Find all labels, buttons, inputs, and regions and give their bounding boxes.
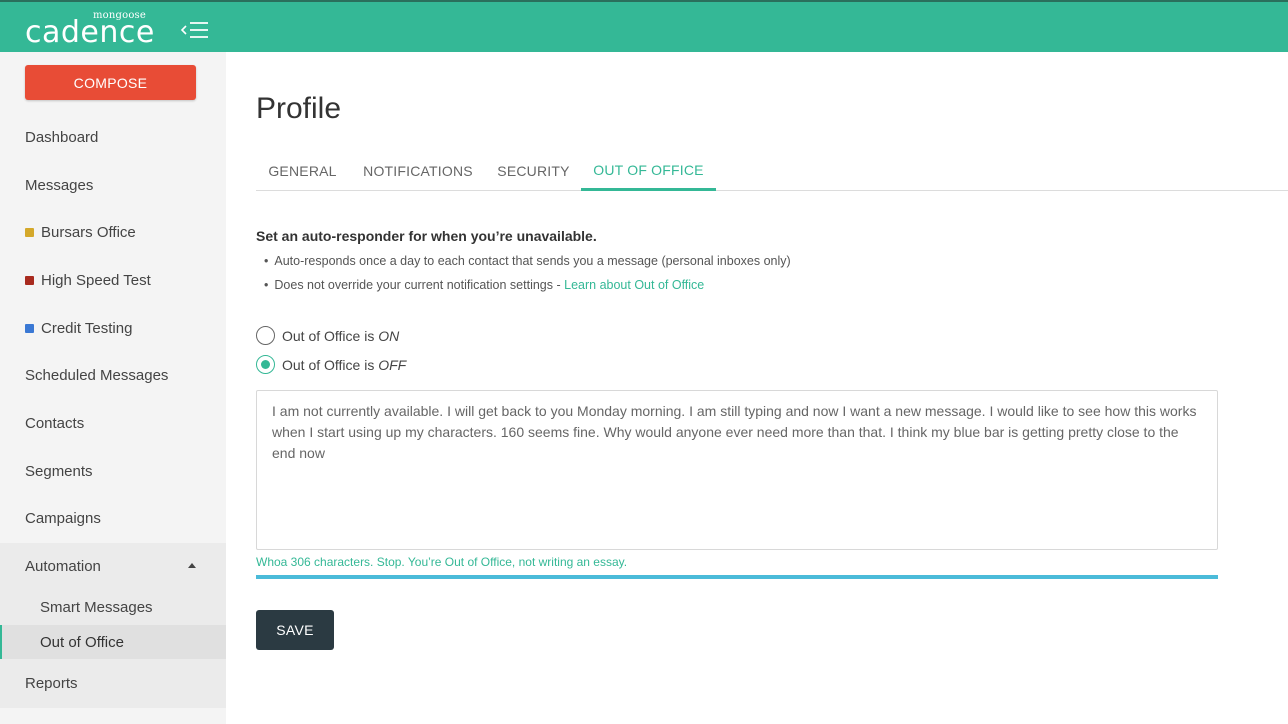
sidebar-subitem-smart-messages[interactable]: Smart Messages xyxy=(0,590,226,624)
sidebar-item-label: Smart Messages xyxy=(40,598,153,616)
caret-up-icon xyxy=(188,563,196,568)
radio-label: Out of Office is ON xyxy=(282,327,400,344)
sidebar-item-contacts[interactable]: Contacts xyxy=(0,401,226,445)
logo-word: cadence xyxy=(25,15,155,50)
sidebar-item-label: Credit Testing xyxy=(41,319,133,337)
sidebar-item-label: Scheduled Messages xyxy=(25,366,169,384)
tab-label: GENERAL xyxy=(268,163,337,179)
sidebar-item-scheduled-messages[interactable]: Scheduled Messages xyxy=(0,353,226,397)
sidebar-item-bursars-office[interactable]: Bursars Office xyxy=(0,210,226,254)
sidebar-item-credit-testing[interactable]: Credit Testing xyxy=(0,306,226,350)
radio-out-of-office-on[interactable]: Out of Office is ON xyxy=(256,326,399,345)
character-count-warning: Whoa 306 characters. Stop. You’re Out of… xyxy=(256,555,628,569)
main-content: Profile GENERAL NOTIFICATIONS SECURITY O… xyxy=(226,52,1288,724)
sidebar-item-label: High Speed Test xyxy=(41,271,151,289)
sidebar-item-label: Messages xyxy=(25,176,94,194)
tab-notifications[interactable]: NOTIFICATIONS xyxy=(350,152,486,190)
sidebar-item-label: Segments xyxy=(25,462,93,480)
inbox-color-dot xyxy=(25,227,34,237)
sidebar-item-label: Out of Office xyxy=(40,633,124,651)
radio-button[interactable] xyxy=(256,326,275,345)
sidebar-item-dashboard[interactable]: Dashboard xyxy=(0,115,226,159)
inbox-color-dot xyxy=(25,275,34,285)
collapse-sidebar-icon[interactable] xyxy=(180,20,210,40)
sidebar-item-label: Bursars Office xyxy=(41,223,136,241)
tab-general[interactable]: GENERAL xyxy=(256,152,349,190)
cadence-logo[interactable]: mongoose cadence xyxy=(25,10,154,50)
tab-label: OUT OF OFFICE xyxy=(593,162,704,178)
sidebar-item-label: Contacts xyxy=(25,414,85,432)
sidebar-item-label: Reports xyxy=(25,674,78,692)
bullet-text: Does not override your current notificat… xyxy=(274,278,565,292)
sidebar-item-campaigns[interactable]: Campaigns xyxy=(0,496,226,540)
character-progress-fill xyxy=(256,575,1218,579)
top-bar: mongoose cadence xyxy=(0,0,1288,52)
sidebar-item-reports[interactable]: Reports xyxy=(0,661,226,705)
auto-responder-intro: Set an auto-responder for when you’re un… xyxy=(256,228,597,244)
radio-label: Out of Office is OFF xyxy=(282,356,407,373)
sidebar-item-label: Dashboard xyxy=(25,128,99,146)
compose-button[interactable]: COMPOSE xyxy=(25,65,196,100)
sidebar: COMPOSE Dashboard Messages Bursars Offic… xyxy=(0,52,226,724)
bullet-text: Auto-responds once a day to each contact… xyxy=(274,254,791,268)
out-of-office-message-input[interactable]: I am not currently available. I will get… xyxy=(256,390,1218,550)
radio-button-selected[interactable] xyxy=(256,355,275,374)
tab-label: SECURITY xyxy=(497,163,570,179)
sidebar-item-automation[interactable]: Automation xyxy=(0,544,226,588)
tab-out-of-office[interactable]: OUT OF OFFICE xyxy=(581,152,716,191)
radio-out-of-office-off[interactable]: Out of Office is OFF xyxy=(256,355,406,374)
sidebar-item-messages[interactable]: Messages xyxy=(0,163,226,207)
sidebar-item-label: Campaigns xyxy=(25,509,101,527)
character-progress-bar xyxy=(256,575,1218,579)
tab-security[interactable]: SECURITY xyxy=(486,152,581,190)
save-button[interactable]: SAVE xyxy=(256,610,334,650)
sidebar-subitem-out-of-office[interactable]: Out of Office xyxy=(0,625,226,659)
info-bullet: • Auto-responds once a day to each contac… xyxy=(264,254,791,268)
profile-tabs: GENERAL NOTIFICATIONS SECURITY OUT OF OF… xyxy=(256,152,1288,191)
page-title: Profile xyxy=(256,92,342,125)
sidebar-item-segments[interactable]: Segments xyxy=(0,449,226,493)
learn-about-out-of-office-link[interactable]: Learn about Out of Office xyxy=(564,278,704,292)
inbox-color-dot xyxy=(25,323,34,333)
tab-label: NOTIFICATIONS xyxy=(363,163,473,179)
sidebar-item-label: Automation xyxy=(25,557,101,575)
info-bullet: • Does not override your current notifica… xyxy=(264,278,705,292)
sidebar-item-high-speed-test[interactable]: High Speed Test xyxy=(0,258,226,302)
